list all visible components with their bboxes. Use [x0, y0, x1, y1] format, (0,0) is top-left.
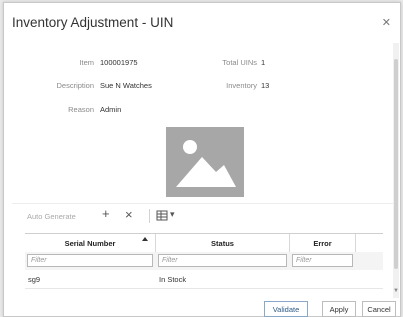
dialog-title: Inventory Adjustment - UIN [12, 15, 174, 30]
table-row[interactable]: sg9 In Stock [25, 270, 383, 289]
description-value: Sue N Watches [100, 81, 152, 90]
status-cell: In Stock [159, 275, 187, 284]
cancel-button[interactable]: Cancel [362, 301, 396, 317]
toolbar-separator [12, 203, 394, 204]
apply-button[interactable]: Apply [322, 301, 356, 317]
column-header-error[interactable]: Error [290, 234, 356, 252]
error-filter-input[interactable]: Filter [292, 254, 353, 267]
close-icon[interactable]: ✕ [382, 16, 391, 29]
validate-button[interactable]: Validate [264, 301, 308, 317]
scroll-down-icon[interactable]: ▼ [393, 288, 399, 294]
total-uins-value: 1 [261, 58, 266, 67]
table-view-icon[interactable]: ▾ [156, 209, 178, 223]
inventory-adjustment-dialog: Inventory Adjustment - UIN ✕ Item 100001… [3, 2, 401, 317]
remove-icon[interactable]: × [125, 207, 133, 222]
total-uins-label: Total UINs [222, 58, 257, 67]
serial-number-table: Serial Number Status Error Filter Filter… [25, 233, 383, 292]
sort-ascending-icon[interactable] [142, 237, 148, 241]
column-header-serial[interactable]: Serial Number [25, 234, 156, 252]
inventory-label: Inventory [226, 81, 257, 90]
reason-value: Admin [100, 105, 122, 114]
reason-label: Reason [68, 105, 94, 114]
item-label: Item [79, 58, 94, 67]
item-value: 100001975 [100, 58, 138, 67]
toolbar-divider [149, 209, 150, 223]
column-header-status[interactable]: Status [156, 234, 290, 252]
filter-row: Filter Filter Filter [25, 252, 383, 270]
scroll-thumb[interactable] [394, 59, 398, 269]
add-icon[interactable]: + [102, 206, 110, 221]
auto-generate-button[interactable]: Auto Generate [27, 212, 76, 221]
description-label: Description [56, 81, 94, 90]
dialog-title-bar: Inventory Adjustment - UIN ✕ [4, 3, 400, 43]
image-placeholder-icon [166, 127, 244, 197]
chevron-down-icon[interactable]: ▾ [170, 209, 175, 220]
vertical-scrollbar[interactable] [393, 43, 399, 298]
serial-filter-input[interactable]: Filter [27, 254, 153, 267]
serial-cell: sg9 [28, 275, 41, 284]
status-filter-input[interactable]: Filter [158, 254, 287, 267]
inventory-value: 13 [261, 81, 270, 90]
